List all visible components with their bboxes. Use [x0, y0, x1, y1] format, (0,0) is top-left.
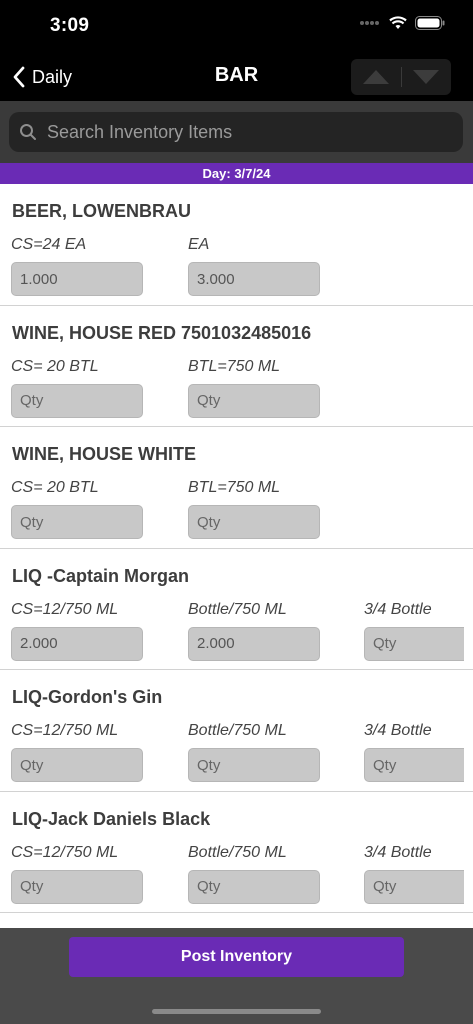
- status-icons: [359, 16, 445, 30]
- quantity-field[interactable]: [188, 869, 320, 904]
- item-name: WINE, HOUSE WHITE: [12, 444, 196, 464]
- unit-label: CS= 20 BTL: [11, 357, 99, 375]
- unit-label: CS=12/750 ML: [11, 600, 119, 618]
- unit-label: CS=12/750 ML: [11, 843, 119, 861]
- unit-label: BTL=750 ML: [188, 479, 281, 496]
- list-item: WINE, HOUSE RED 7501032485016 CS= 20 BTL…: [0, 306, 473, 427]
- unit-label: 3/4 Bottle: [364, 600, 432, 618]
- item-name: LIQ-Jack Daniels Black: [12, 808, 211, 829]
- quantity-field[interactable]: [11, 869, 143, 904]
- list-item: LIQ-Gordon's Gin CS=12/750 ML Bottle/750…: [0, 670, 473, 792]
- footer-bar: Post Inventory: [0, 928, 473, 1024]
- battery-icon: [415, 16, 445, 30]
- quantity-field[interactable]: [364, 748, 464, 782]
- item-name: LIQ -Captain Morgan: [12, 565, 189, 586]
- unit-label: Bottle/750 ML: [188, 843, 287, 861]
- list-item: WINE, HOUSE WHITE CS= 20 BTL BTL=750 ML: [0, 427, 473, 549]
- item-name: WINE, HOUSE RED 7501032485016: [12, 322, 312, 343]
- quantity-field[interactable]: [188, 626, 320, 661]
- previous-item-button[interactable]: [351, 59, 401, 95]
- item-name: BEER, LOWENBRAU: [12, 201, 191, 221]
- navigation-bar: Daily BAR: [0, 54, 473, 101]
- next-item-button[interactable]: [402, 59, 452, 95]
- arrow-up-icon: [362, 70, 389, 84]
- unit-label: EA: [188, 236, 210, 253]
- list-item: LIQ-Jack Daniels Black CS=12/750 ML Bott…: [0, 792, 473, 913]
- list-item: LIQ -Captain Morgan CS=12/750 ML Bottle/…: [0, 549, 473, 670]
- quantity-field[interactable]: [11, 383, 143, 418]
- inventory-list: BEER, LOWENBRAU CS=24 EA EA WINE, HOUSE …: [0, 184, 473, 928]
- quantity-field[interactable]: [11, 262, 143, 296]
- quantity-field[interactable]: [11, 748, 143, 782]
- search-input[interactable]: [45, 120, 463, 144]
- quantity-field[interactable]: [364, 869, 464, 904]
- search-box[interactable]: [9, 112, 463, 152]
- quantity-field[interactable]: [11, 626, 143, 661]
- unit-label: 3/4 Bottle: [364, 843, 432, 861]
- day-banner: Day: 3/7/24: [0, 163, 473, 184]
- quantity-field[interactable]: [11, 505, 143, 539]
- list-item: BEER, LOWENBRAU CS=24 EA EA: [0, 184, 473, 306]
- unit-label: Bottle/750 ML: [188, 600, 287, 618]
- item-name: LIQ-Gordon's Gin: [12, 687, 163, 707]
- post-inventory-button[interactable]: Post Inventory: [69, 937, 404, 977]
- unit-label: CS=24 EA: [11, 236, 87, 253]
- quantity-field[interactable]: [188, 505, 320, 539]
- search-area: [0, 101, 473, 163]
- wifi-icon: [389, 16, 407, 29]
- arrow-down-icon: [413, 70, 440, 84]
- quantity-field[interactable]: [188, 262, 320, 296]
- unit-label: 3/4 Bottle: [364, 722, 432, 739]
- home-indicator[interactable]: [152, 1009, 321, 1014]
- quantity-field[interactable]: [364, 626, 464, 661]
- unit-label: CS= 20 BTL: [11, 479, 99, 496]
- status-bar: 3:09: [0, 0, 473, 54]
- item-navigation-arrows: [351, 59, 451, 95]
- status-time: 3:09: [50, 15, 90, 36]
- signal-icon: [360, 21, 379, 25]
- quantity-field[interactable]: [188, 748, 320, 782]
- quantity-field[interactable]: [188, 383, 320, 418]
- unit-label: BTL=750 ML: [188, 357, 281, 375]
- unit-label: CS=12/750 ML: [11, 722, 119, 739]
- unit-label: Bottle/750 ML: [188, 722, 287, 739]
- search-icon: [19, 123, 37, 141]
